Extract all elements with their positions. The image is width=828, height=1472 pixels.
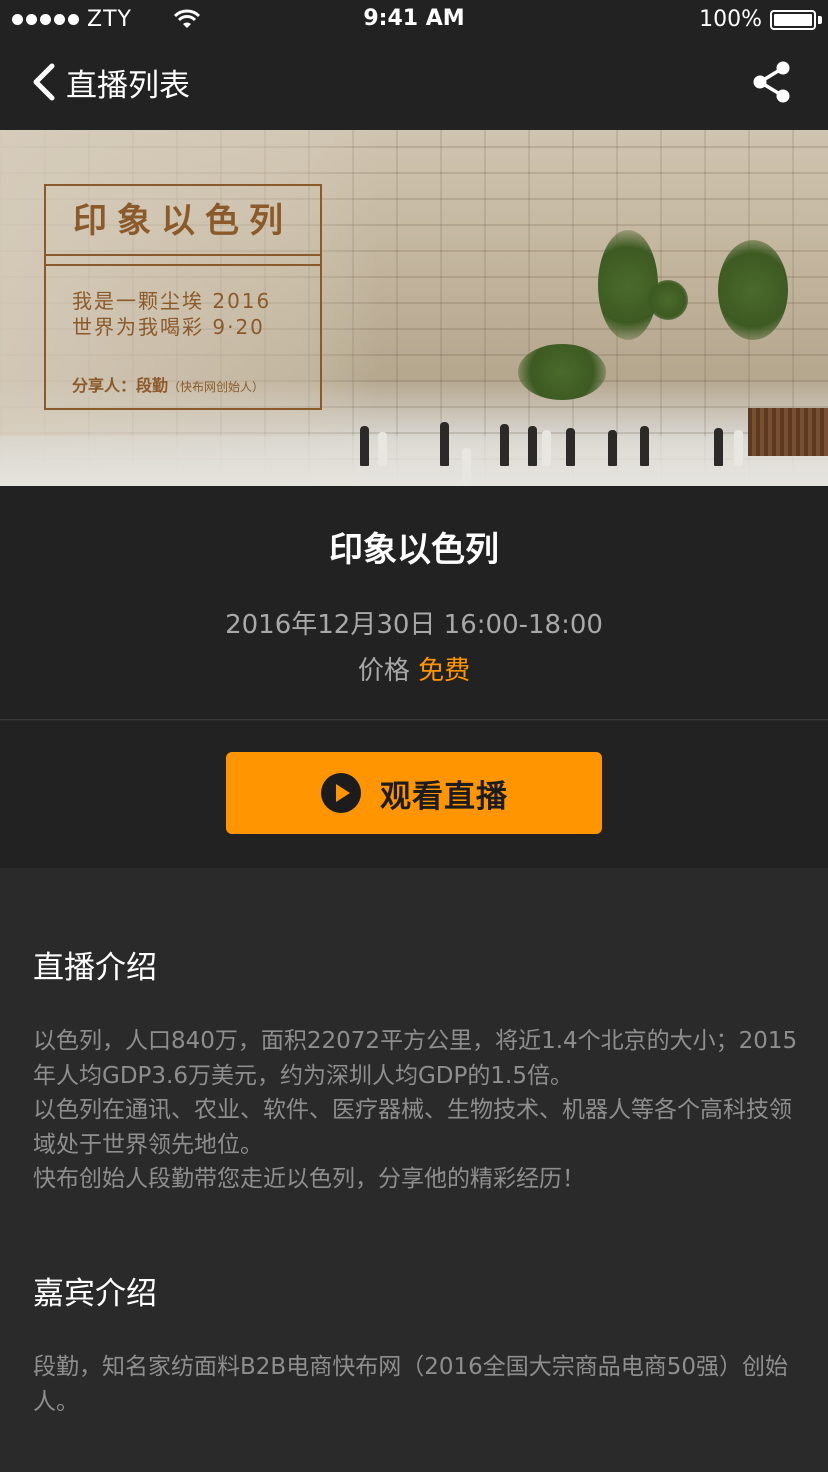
event-price: 价格 免费 [0,650,828,687]
person [440,422,449,466]
event-title: 印象以色列 [329,530,499,570]
plant-decoration [518,344,606,400]
back-button[interactable]: 直播列表 [30,56,190,108]
status-bar: ZTY 9:41 AM 100% [0,0,828,40]
intro-paragraph: 快布创始人段勤带您走近以色列，分享他的精彩经历！ [33,1166,585,1192]
person [528,426,537,466]
watch-live-label: 观看直播 [380,778,508,815]
battery-tip [818,16,822,24]
share-icon[interactable] [752,60,792,104]
person [608,430,617,466]
person [462,448,471,486]
fence [748,408,828,456]
plaza-ground [0,436,828,486]
plant-decoration [718,240,788,340]
person [566,428,575,466]
watch-live-button[interactable]: 观看直播 [226,752,602,834]
poster-sharer-note: （快布网创始人） [168,380,265,394]
poster-sharer-name: 分享人：段勤 [72,376,169,395]
person [500,424,509,466]
battery-percent: 100% [699,7,762,32]
poster-slogan: 我是一颗尘埃 2016 世界为我喝彩 9·20 [72,288,271,340]
guest-body: 段勤，知名家纺面料B2B电商快布网（2016全国大宗商品电商50强）创始人。 [33,1354,788,1415]
person [542,430,551,466]
poster-sharer: 分享人：段勤（快布网创始人） [72,372,264,396]
poster-slogan-line2: 世界为我喝彩 9·20 [72,315,265,339]
poster-slogan-line1: 我是一颗尘埃 2016 [72,289,272,313]
battery-icon [770,10,816,30]
top-bar: ZTY 9:41 AM 100% 直播列表 [0,0,828,130]
guest-title: 嘉宾介绍 [33,1276,157,1312]
person [714,428,723,466]
person [640,426,649,466]
event-time: 2016年12月30日 16:00-18:00 [225,610,603,640]
price-label: 价格 [357,656,410,686]
event-info: 印象以色列 2016年12月30日 16:00-18:00 价格 免费 [0,486,828,720]
plant-decoration [648,280,688,320]
person [360,426,369,466]
poster-frame: 印象以色列 我是一颗尘埃 2016 世界为我喝彩 9·20 分享人：段勤（快布网… [44,184,322,410]
nav-title: 直播列表 [66,67,190,104]
cta-area: 观看直播 [0,721,828,868]
intro-paragraph: 以色列在通讯、农业、软件、医疗器械、生物技术、机器人等各个高科技领域处于世界领先… [33,1097,792,1158]
price-value: 免费 [418,656,471,686]
intro-body: 以色列，人口840万，面积22072平方公里，将近1.4个北京的大小；2015年… [33,1024,801,1197]
intro-paragraph: 以色列，人口840万，面积22072平方公里，将近1.4个北京的大小；2015年… [33,1028,798,1089]
poster-title: 印象以色列 [46,186,320,256]
plant-decoration [598,230,658,340]
play-circle-icon [321,773,361,813]
intro-title: 直播介绍 [33,950,157,986]
person [378,432,387,466]
chevron-left-icon [33,63,55,101]
person [734,430,743,466]
poster-divider [46,264,320,266]
event-banner: 印象以色列 我是一颗尘埃 2016 世界为我喝彩 9·20 分享人：段勤（快布网… [0,130,828,486]
